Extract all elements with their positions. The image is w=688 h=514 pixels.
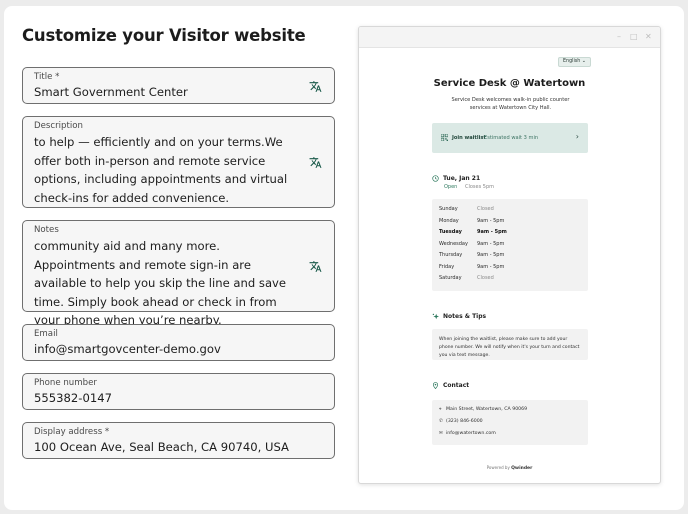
maximize-icon[interactable]: □ [630, 32, 638, 42]
notes-field-label: Notes [34, 225, 59, 235]
title-field-label: Title * [34, 72, 60, 82]
email-field-label: Email [34, 329, 58, 339]
qr-icon [441, 134, 448, 141]
contact-phone-text[interactable]: (323) 846-6000 [446, 419, 483, 424]
hours-time: Closed [477, 206, 494, 212]
sparkle-icon [432, 313, 439, 320]
settings-card: Customize your Visitor website Title * S… [4, 6, 684, 510]
hours-time: 9am - 5pm [477, 252, 505, 258]
phone-icon: ✆ [439, 419, 443, 424]
translate-icon[interactable] [309, 80, 322, 93]
contact-address: ⌖ Main Street, Watertown, CA 90069 [439, 406, 527, 413]
notes-text: When joining the waitlist, please make s… [432, 329, 588, 360]
brand-logo: Qwinder [511, 466, 533, 471]
translate-icon[interactable] [309, 156, 322, 169]
hours-time: Closed [477, 275, 494, 281]
hours-row: Wednesday 9am - 5pm [439, 241, 504, 248]
hours-day: Tuesday [439, 229, 462, 235]
address-field-value[interactable]: 100 Ocean Ave, Seal Beach, CA 90740, USA [34, 440, 323, 455]
preview-window-bar: – □ ✕ [359, 27, 660, 48]
phone-field[interactable]: Phone number 555382-0147 [22, 373, 335, 410]
minimize-icon[interactable]: – [617, 32, 621, 42]
address-field[interactable]: Display address * 100 Ocean Ave, Seal Be… [22, 422, 335, 459]
page-title: Customize your Visitor website [22, 26, 306, 45]
contact-address-text: Main Street, Watertown, CA 90069 [446, 407, 528, 412]
description-field-label: Description [34, 121, 83, 131]
hours-row-today: Tuesday 9am - 5pm [439, 229, 507, 236]
open-label: Open [444, 184, 458, 190]
location-pin-icon [432, 382, 439, 389]
powered-by-label: Powered by [486, 465, 510, 470]
title-field-value[interactable]: Smart Government Center [34, 85, 323, 100]
preview-title: Service Desk @ Watertown [433, 78, 586, 89]
email-field-value[interactable]: info@smartgovcenter-demo.gov [34, 342, 323, 357]
notes-heading: Notes & Tips [443, 313, 487, 320]
closes-label: Closes 5pm [464, 184, 494, 190]
translate-icon[interactable] [309, 260, 322, 273]
hours-day: Monday [439, 217, 459, 224]
powered-by: Powered by Qwinder [359, 465, 660, 472]
address-field-label: Display address * [34, 427, 110, 437]
notes-field[interactable]: Notes community aid and many more. Appoi… [22, 220, 335, 327]
description-field[interactable]: Description to help — efficiently and on… [22, 116, 335, 208]
hours-day: Friday [439, 263, 455, 270]
clock-icon [432, 175, 439, 182]
hours-day: Wednesday [439, 240, 468, 247]
language-select[interactable]: English ⌄ [558, 57, 591, 67]
hours-time: 9am - 5pm [477, 217, 505, 224]
hours-day: Thursday [439, 252, 463, 258]
notes-field-value[interactable]: community aid and many more. Appointment… [34, 237, 323, 330]
location-pin-icon: ⌖ [439, 407, 442, 412]
phone-field-label: Phone number [34, 378, 97, 388]
hours-table: Sunday Closed Monday 9am - 5pm Tuesday 9am … [432, 199, 588, 291]
hours-row: Monday 9am - 5pm [439, 218, 504, 225]
preview-subtitle: Service Desk welcomes walk-in public cou… [451, 97, 570, 111]
join-waitlist-label: Join waitlist [452, 135, 486, 141]
contact-email[interactable]: ✉ info@watertown.com [439, 430, 496, 437]
join-waitlist-button[interactable]: Join waitlist Estimated wait 3 min › [432, 123, 588, 153]
date-heading: Tue, Jan 21 [443, 175, 481, 182]
hours-row: Sunday Closed [439, 206, 494, 213]
chevron-right-icon: › [575, 132, 579, 141]
hours-row: Friday 9am - 5pm [439, 264, 504, 271]
estimated-wait: Estimated wait 3 min [484, 135, 539, 141]
hours-day: Sunday [439, 206, 458, 212]
hours-row: Thursday 9am - 5pm [439, 252, 504, 259]
contact-email-text[interactable]: info@watertown.com [446, 431, 496, 436]
close-icon[interactable]: ✕ [645, 32, 652, 42]
contact-phone[interactable]: ✆ (323) 846-6000 [439, 418, 483, 425]
hours-time: 9am - 5pm [477, 263, 505, 270]
mail-icon: ✉ [439, 431, 443, 436]
hours-time: 9am - 5pm [477, 229, 507, 235]
hours-time: 9am - 5pm [477, 240, 505, 247]
phone-field-value[interactable]: 555382-0147 [34, 391, 323, 406]
title-field[interactable]: Title * Smart Government Center [22, 67, 335, 104]
open-status: Open Closes 5pm [444, 184, 494, 191]
contact-card: ⌖ Main Street, Watertown, CA 90069 ✆ (323)… [432, 400, 588, 445]
email-field[interactable]: Email info@smartgovcenter-demo.gov [22, 324, 335, 361]
description-field-value[interactable]: to help — efficiently and on your terms.… [34, 133, 323, 207]
hours-day: Saturday [439, 275, 462, 281]
hours-row: Saturday Closed [439, 275, 494, 282]
website-preview: – □ ✕ English ⌄ Service Desk @ Watertown… [358, 26, 661, 484]
contact-heading: Contact [443, 382, 470, 389]
